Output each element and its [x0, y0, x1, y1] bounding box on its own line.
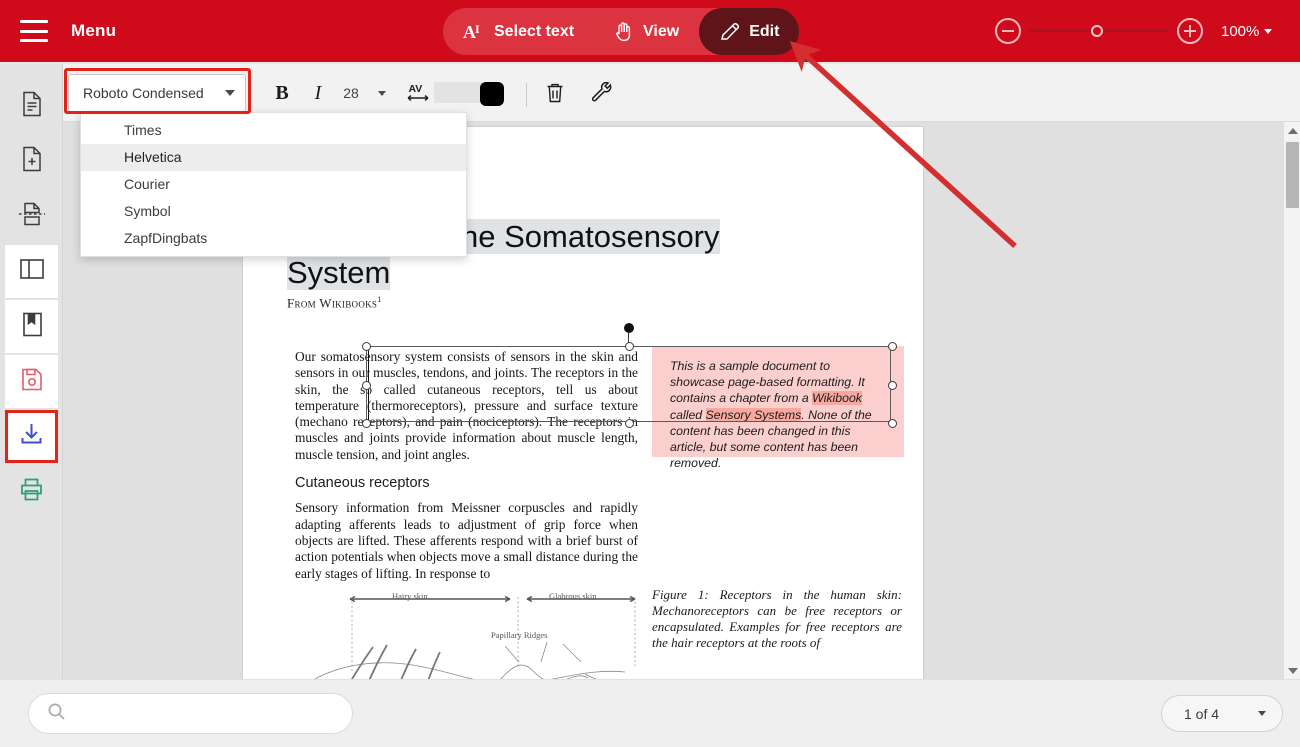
chevron-down-icon: [378, 90, 386, 96]
scrollbar-thumb[interactable]: [1286, 142, 1299, 208]
rotate-handle[interactable]: [623, 323, 634, 333]
edit-button[interactable]: Edit: [699, 8, 800, 55]
download-icon: [18, 421, 45, 453]
resize-handle-bottom-right[interactable]: [888, 419, 897, 428]
zoom-control: 100%: [995, 18, 1273, 44]
font-family-dropdown-list: Times Helvetica Courier Symbol ZapfDingb…: [80, 112, 467, 257]
document-figure-skin-diagram: Hairy skin Glabrous skin Papillary Ridge…: [295, 584, 640, 679]
zoom-in-icon[interactable]: [1177, 18, 1203, 44]
sidebar-item-download[interactable]: [5, 410, 58, 463]
font-option-times[interactable]: Times: [81, 117, 466, 144]
split-page-icon: [17, 201, 47, 232]
figure-label-papillary-ridges: Papillary Ridges: [491, 630, 548, 640]
hand-icon: [614, 21, 634, 42]
resize-handle-bottom-center[interactable]: [625, 419, 634, 428]
wrench-icon[interactable]: [588, 74, 616, 112]
resize-handle-middle-left[interactable]: [362, 381, 371, 390]
sidebar-item-add-page[interactable]: [5, 135, 58, 188]
scroll-down-icon[interactable]: [1284, 662, 1300, 679]
mode-switch-pill: AI Select text View Edit: [443, 8, 800, 55]
zoom-level-dropdown[interactable]: 100%: [1221, 22, 1273, 40]
text-box-selection[interactable]: [362, 323, 897, 428]
font-option-courier[interactable]: Courier: [81, 171, 466, 198]
toolbar-divider: [526, 83, 527, 107]
top-header-bar: Menu AI Select text View Edit 100%: [0, 0, 1300, 62]
edit-label: Edit: [749, 22, 780, 40]
left-sidebar: [0, 64, 63, 679]
zoom-level-value: 100%: [1221, 22, 1260, 40]
search-input[interactable]: [76, 705, 331, 722]
zoom-slider-track[interactable]: [1029, 25, 1169, 37]
sidebar-item-panel[interactable]: [5, 245, 58, 298]
resize-handle-middle-right[interactable]: [888, 381, 897, 390]
page-selector[interactable]: 1 of 4: [1161, 695, 1283, 732]
italic-button[interactable]: I: [304, 74, 332, 112]
sidebar-item-bookmarks[interactable]: [5, 300, 58, 353]
font-option-symbol[interactable]: Symbol: [81, 198, 466, 225]
font-family-value: Roboto Condensed: [83, 85, 204, 101]
font-size-dropdown[interactable]: [370, 74, 394, 112]
document-subtitle: From Wikibooks1: [287, 295, 879, 311]
vertical-scrollbar[interactable]: [1283, 122, 1300, 679]
font-family-select[interactable]: Roboto Condensed: [68, 74, 246, 112]
zoom-slider-handle[interactable]: [1091, 25, 1103, 37]
select-text-icon: AI: [463, 21, 485, 42]
select-text-label: Select text: [494, 22, 575, 40]
figure-label-hairy-skin: Hairy skin: [392, 591, 428, 601]
print-icon: [18, 477, 45, 507]
sidebar-item-save[interactable]: [5, 355, 58, 408]
add-page-icon: [19, 145, 45, 178]
text-color-swatch[interactable]: [480, 82, 504, 106]
document-figure-caption: Figure 1: Receptors in the human skin: M…: [652, 587, 902, 650]
menu-label[interactable]: Menu: [71, 21, 116, 41]
font-option-zapfdingbats[interactable]: ZapfDingbats: [81, 225, 466, 252]
chevron-down-icon: [225, 90, 235, 96]
font-option-helvetica[interactable]: Helvetica: [81, 144, 466, 171]
select-text-button[interactable]: AI Select text: [443, 8, 594, 55]
resize-handle-bottom-left[interactable]: [362, 419, 371, 428]
scroll-up-icon[interactable]: [1284, 122, 1300, 139]
document-section-heading: Cutaneous receptors: [295, 475, 430, 492]
page-indicator-label: 1 of 4: [1184, 705, 1220, 722]
sidebar-item-print[interactable]: [5, 465, 58, 518]
search-box[interactable]: [28, 693, 353, 734]
svg-text:AV: AV: [409, 83, 423, 95]
document-subtitle-footnote: 1: [377, 295, 382, 304]
resize-handle-top-right[interactable]: [888, 342, 897, 351]
pencil-icon: [719, 21, 740, 42]
bold-button[interactable]: B: [268, 74, 296, 112]
figure-label-glabrous-skin: Glabrous skin: [549, 591, 597, 601]
resize-handle-top-center[interactable]: [625, 342, 634, 351]
chevron-down-icon: [1258, 711, 1266, 716]
resize-handle-top-left[interactable]: [362, 342, 371, 351]
sidebar-item-pages[interactable]: [5, 80, 58, 133]
sidebar-item-split-page[interactable]: [5, 190, 58, 243]
letter-spacing-input[interactable]: [434, 82, 482, 103]
document-title-line2: System: [287, 255, 391, 290]
svg-text:I: I: [475, 22, 480, 36]
zoom-out-icon[interactable]: [995, 18, 1021, 44]
view-label: View: [643, 22, 680, 40]
save-icon: [19, 366, 45, 398]
view-button[interactable]: View: [594, 8, 699, 55]
hamburger-menu-icon[interactable]: [20, 20, 48, 42]
letter-spacing-icon[interactable]: AV: [404, 74, 432, 112]
chevron-down-icon: [1264, 28, 1273, 34]
trash-icon[interactable]: [541, 74, 569, 112]
search-icon: [47, 702, 66, 726]
document-paragraph-2: Sensory information from Meissner corpus…: [295, 500, 638, 581]
bookmark-icon: [20, 311, 44, 343]
pdf-editor-window: Menu AI Select text View Edit 100% Robot…: [0, 0, 1300, 747]
font-size-value[interactable]: 28: [336, 74, 366, 112]
page-thumbnail-icon: [19, 90, 45, 123]
document-subtitle-text: From Wikibooks: [287, 295, 378, 311]
side-panel-icon: [18, 257, 46, 286]
